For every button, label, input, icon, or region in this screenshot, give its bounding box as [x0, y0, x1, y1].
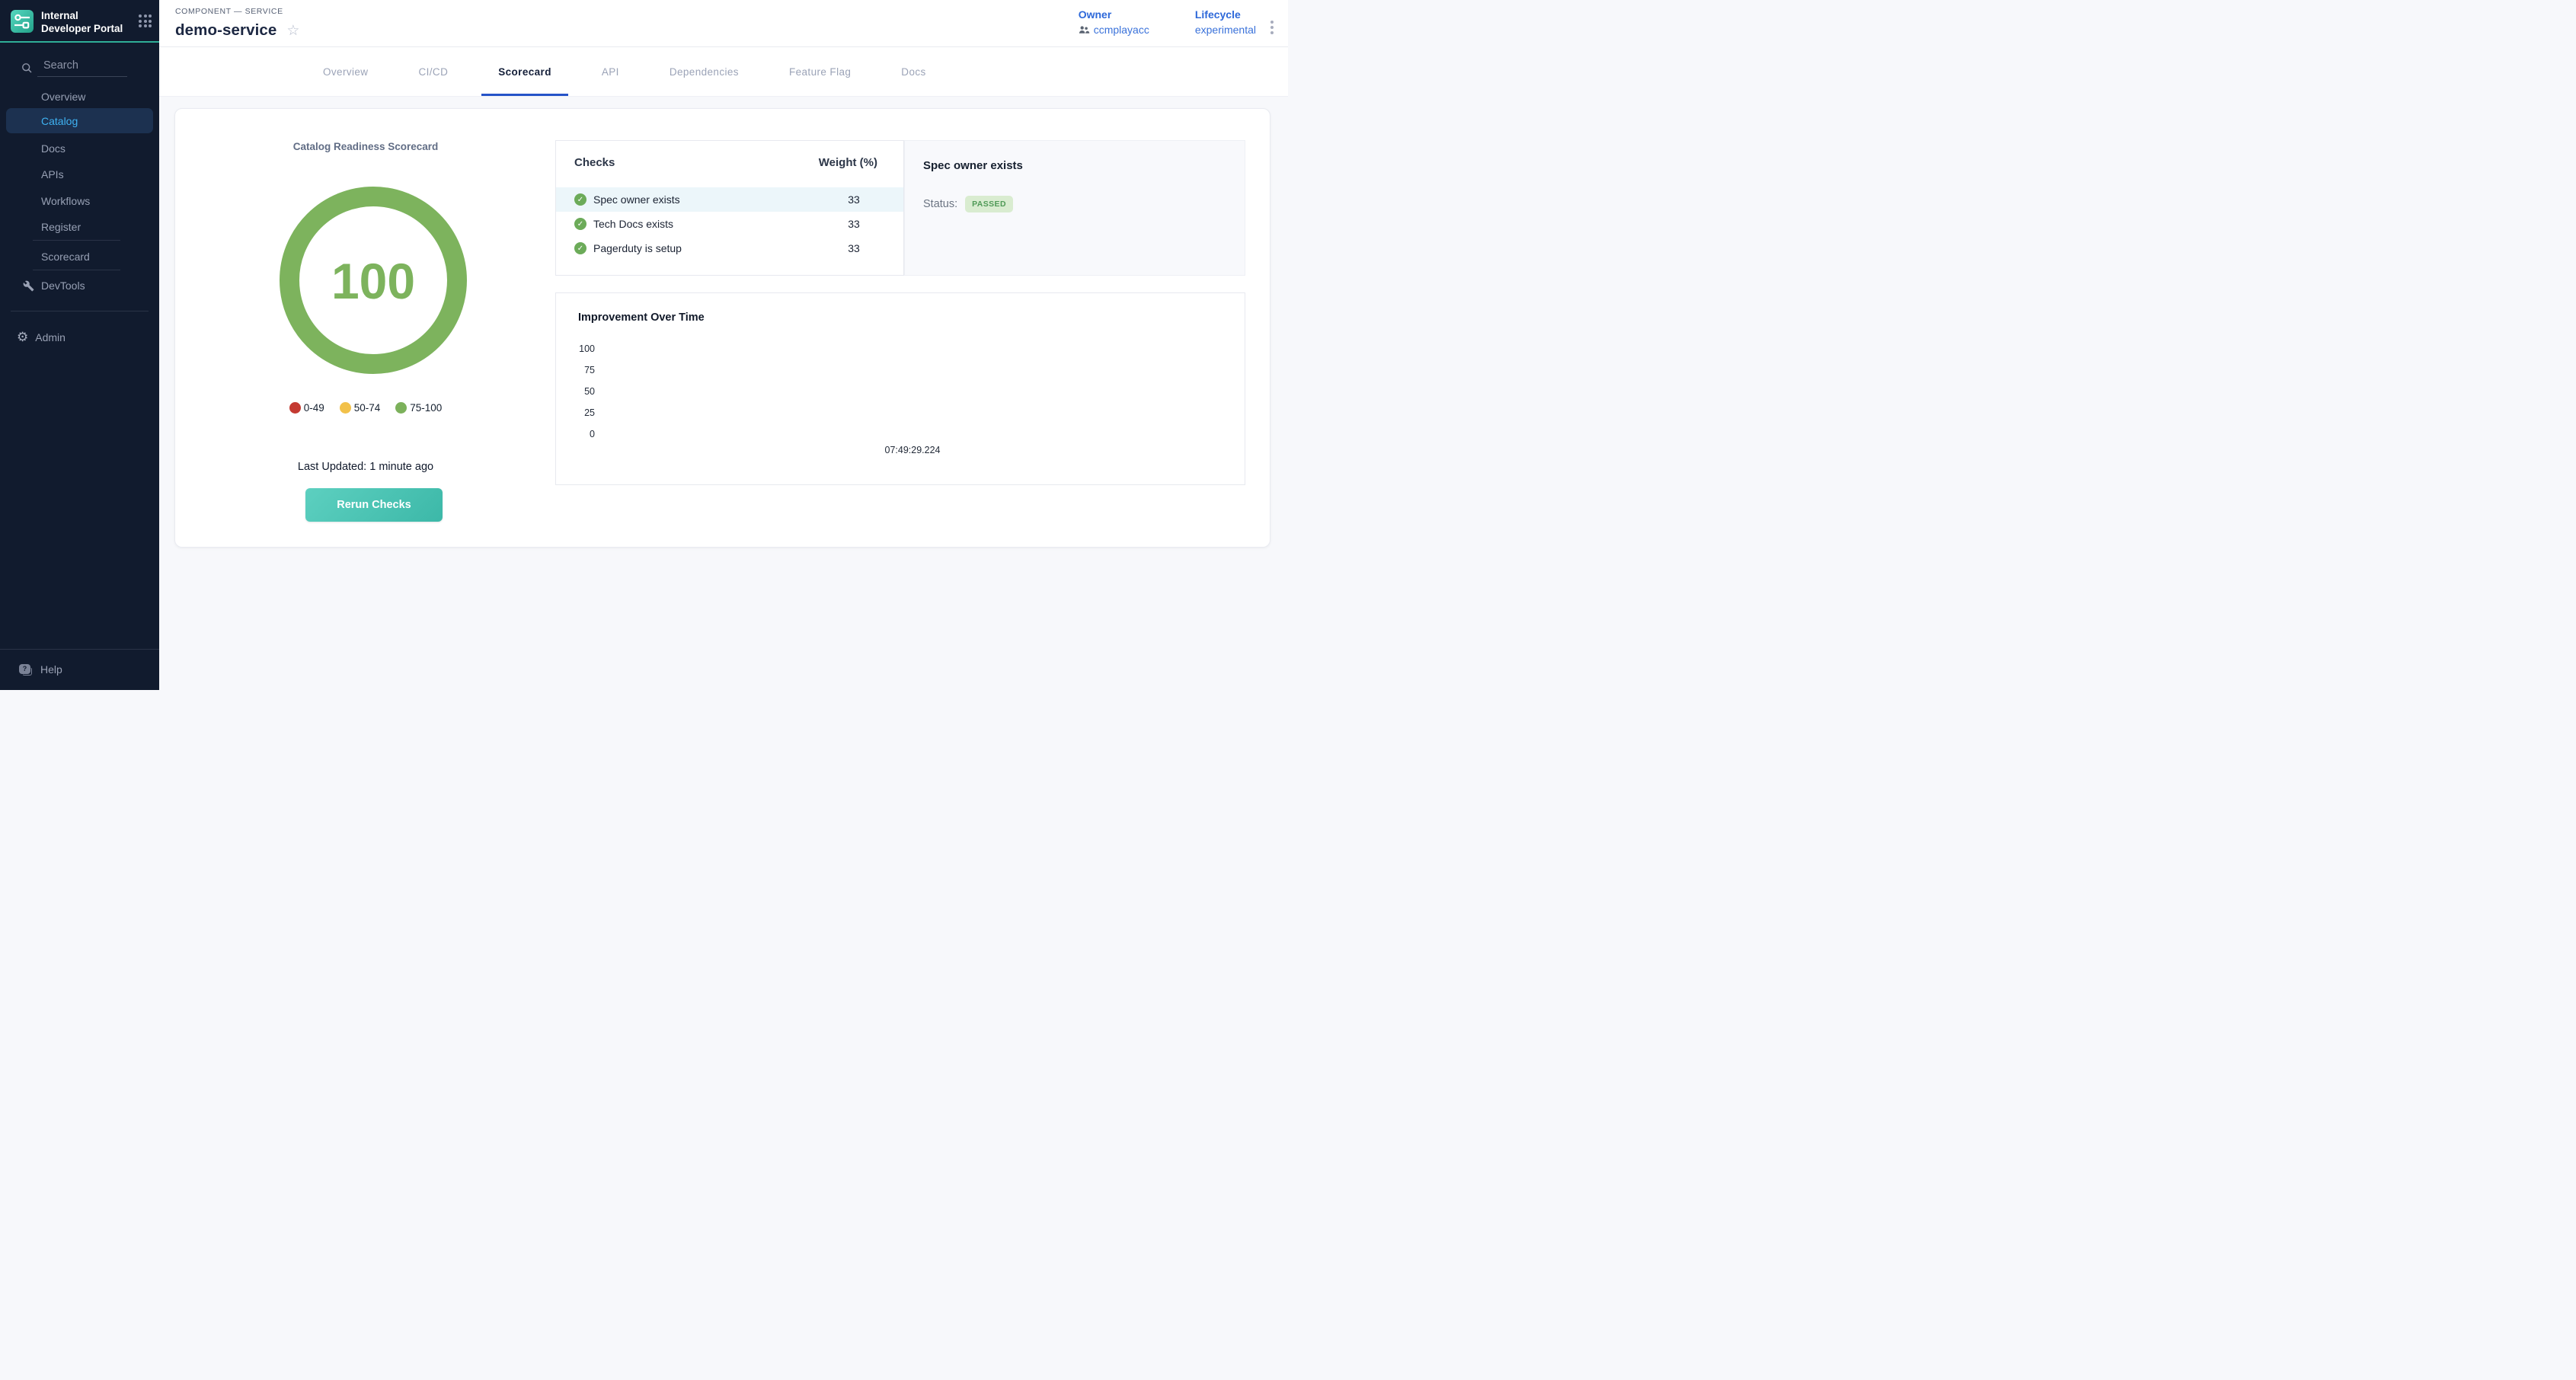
- sidebar-item-catalog[interactable]: Catalog: [6, 108, 153, 133]
- sidebar-item-label: Docs: [41, 142, 66, 155]
- checks-column-header: Checks: [574, 156, 615, 169]
- check-passed-icon: ✓: [574, 242, 586, 254]
- tab-cicd[interactable]: CI/CD: [411, 47, 455, 96]
- sidebar-item-scorecard[interactable]: Scorecard: [0, 245, 159, 268]
- sidebar-item-apis[interactable]: APIs: [0, 163, 159, 186]
- owner-link[interactable]: ccmplayacc: [1079, 24, 1149, 36]
- lifecycle-label[interactable]: Lifecycle: [1195, 8, 1256, 21]
- sidebar-item-label: Overview: [41, 91, 85, 103]
- lifecycle-block: Lifecycle experimental: [1195, 8, 1256, 36]
- legend-dot-amber: [340, 402, 351, 414]
- tab-api[interactable]: API: [594, 47, 627, 96]
- sidebar-item-devtools[interactable]: DevTools: [0, 274, 159, 297]
- tab-scorecard[interactable]: Scorecard: [491, 47, 559, 96]
- sidebar-item-label: Workflows: [41, 195, 90, 207]
- check-detail-panel: Spec owner exists Status: PASSED: [904, 140, 1245, 276]
- sidebar-accent-divider: [0, 41, 159, 43]
- sidebar-divider: [0, 649, 159, 650]
- x-axis-tick: 07:49:29.224: [885, 445, 941, 455]
- owner-label[interactable]: Owner: [1079, 8, 1149, 21]
- tab-feature-flag[interactable]: Feature Flag: [781, 47, 858, 96]
- gear-icon: ⚙: [17, 331, 28, 344]
- sidebar-item-overview[interactable]: Overview: [0, 85, 159, 108]
- check-passed-icon: ✓: [574, 193, 586, 206]
- legend-item-high: 75-100: [395, 402, 442, 414]
- sidebar-search: [21, 58, 144, 77]
- people-icon: [1079, 25, 1090, 34]
- chart-title: Improvement Over Time: [578, 311, 705, 324]
- sidebar-divider: [33, 240, 120, 241]
- sidebar-item-register[interactable]: Register: [0, 216, 159, 238]
- sidebar-item-docs[interactable]: Docs: [0, 137, 159, 160]
- legend-item-mid: 50-74: [340, 402, 381, 414]
- portal-title: Internal Developer Portal: [41, 10, 125, 36]
- wrench-icon: [23, 280, 34, 292]
- apps-grid-icon[interactable]: [139, 14, 152, 27]
- sidebar-item-label: APIs: [41, 168, 64, 180]
- sidebar-item-label: Admin: [35, 331, 66, 343]
- score-value: 100: [331, 253, 415, 309]
- scorecard-card: Catalog Readiness Scorecard 100 0-49: [174, 108, 1270, 548]
- check-row-spec-owner[interactable]: ✓ Spec owner exists 33: [556, 187, 903, 212]
- score-gauge: 100: [278, 185, 468, 375]
- y-axis-tick: 0: [564, 429, 595, 439]
- sidebar: Internal Developer Portal Overview Catal…: [0, 0, 159, 690]
- score-legend: 0-49 50-74 75-100: [175, 402, 556, 414]
- favorite-star-icon[interactable]: ☆: [286, 24, 299, 38]
- checks-table-header: Checks Weight (%): [556, 141, 903, 169]
- scorecard-title: Catalog Readiness Scorecard: [175, 141, 556, 152]
- portal-logo-icon: [11, 10, 34, 33]
- sidebar-item-label: Catalog: [41, 115, 78, 127]
- app-window: Internal Developer Portal Overview Catal…: [0, 0, 1288, 690]
- check-detail-title: Spec owner exists: [923, 159, 1023, 172]
- tab-overview[interactable]: Overview: [315, 47, 376, 96]
- main-area: COMPONENT — SERVICE demo-service ☆ Owner…: [159, 0, 1288, 690]
- gauge-section: Catalog Readiness Scorecard 100 0-49: [175, 109, 556, 548]
- page-title: demo-service: [175, 21, 276, 40]
- last-updated-text: Last Updated: 1 minute ago: [175, 461, 556, 473]
- sidebar-item-workflows[interactable]: Workflows: [0, 190, 159, 212]
- sidebar-item-label: Register: [41, 221, 81, 233]
- improvement-chart-panel: Improvement Over Time 100 75 50 25 0 07:…: [555, 292, 1245, 485]
- checks-panel: Checks Weight (%) ✓ Spec owner exists 33…: [555, 140, 904, 276]
- check-row-pagerduty[interactable]: ✓ Pagerduty is setup 33: [556, 236, 903, 260]
- more-options-icon[interactable]: [1269, 19, 1275, 36]
- tab-docs[interactable]: Docs: [893, 47, 933, 96]
- y-axis-tick: 75: [564, 365, 595, 375]
- lifecycle-value[interactable]: experimental: [1195, 24, 1256, 36]
- sidebar-item-label: DevTools: [41, 280, 85, 292]
- status-badge: PASSED: [965, 196, 1013, 212]
- y-axis-tick: 50: [564, 386, 595, 397]
- weight-column-header: Weight (%): [819, 156, 877, 169]
- tab-dependencies[interactable]: Dependencies: [662, 47, 746, 96]
- sidebar-item-admin[interactable]: ⚙ Admin: [0, 326, 159, 349]
- check-passed-icon: ✓: [574, 218, 586, 230]
- help-chat-icon: ?: [19, 664, 32, 676]
- search-input[interactable]: [37, 58, 127, 77]
- check-row-tech-docs[interactable]: ✓ Tech Docs exists 33: [556, 212, 903, 236]
- sidebar-item-help[interactable]: ? Help: [0, 656, 159, 682]
- entity-header: COMPONENT — SERVICE demo-service ☆ Owner…: [159, 0, 1288, 47]
- y-axis-tick: 100: [564, 343, 595, 354]
- legend-dot-green: [395, 402, 407, 414]
- sidebar-item-label: Scorecard: [41, 251, 90, 263]
- y-axis-tick: 25: [564, 407, 595, 418]
- rerun-checks-button[interactable]: Rerun Checks: [305, 488, 443, 522]
- owner-block: Owner ccmplayacc: [1079, 8, 1149, 36]
- content-area: Catalog Readiness Scorecard 100 0-49: [159, 97, 1288, 690]
- legend-item-low: 0-49: [289, 402, 324, 414]
- entity-tabs: Overview CI/CD Scorecard API Dependencie…: [159, 47, 1288, 97]
- sidebar-item-label: Help: [40, 663, 62, 676]
- breadcrumb: COMPONENT — SERVICE: [175, 7, 283, 16]
- status-label: Status:: [923, 198, 957, 210]
- logo-row: Internal Developer Portal: [11, 10, 152, 36]
- legend-dot-red: [289, 402, 301, 414]
- search-icon: [21, 62, 33, 74]
